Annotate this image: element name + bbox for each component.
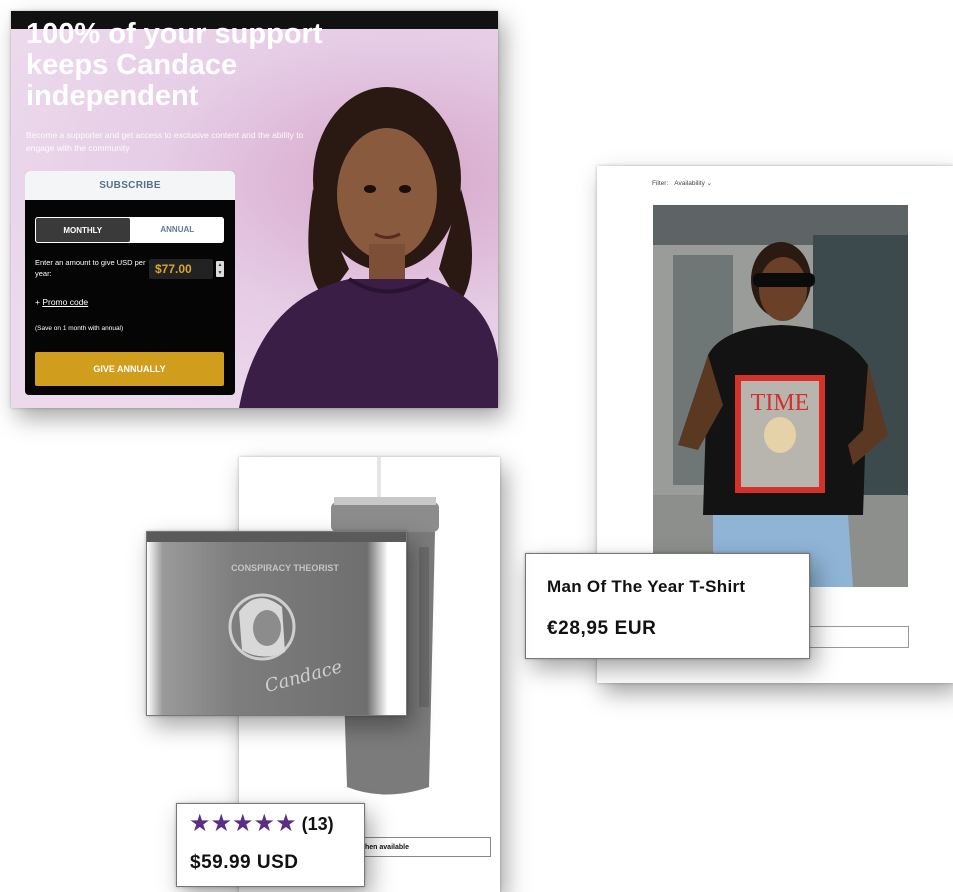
product-title[interactable]: Man Of The Year T-Shirt (547, 577, 745, 597)
star-icon: ★ (210, 810, 233, 837)
filter-availability-dropdown[interactable]: Availability (674, 180, 705, 187)
tumbler-info-card: ★ ★ ★ ★ ★ (13) $59.99 USD (176, 803, 365, 887)
product-price: €28,95 EUR (547, 618, 657, 639)
toggle-monthly-button[interactable]: MONTHLY (35, 217, 131, 243)
amount-label: Enter an amount to give USD per year: (35, 258, 146, 278)
amount-input[interactable]: $77.00 (149, 259, 213, 279)
plan-toggle: MONTHLY ANNUAL (35, 217, 224, 243)
engraving-illustration: CONSPIRACY THEORIST Candace (147, 532, 406, 715)
star-icon: ★ (253, 810, 276, 837)
filter-label: Filter: (652, 180, 669, 187)
review-count[interactable]: (13) (302, 814, 334, 835)
tumbler-engraving-zoom: CONSPIRACY THEORIST Candace (146, 531, 407, 716)
promo-code-link[interactable]: Promo code (42, 297, 88, 307)
give-annually-button[interactable]: GIVE ANNUALLY (35, 352, 224, 386)
tshirt-info-card: Man Of The Year T-Shirt €28,95 EUR (525, 553, 810, 659)
subscribe-header: SUBSCRIBE (25, 171, 235, 200)
subscribe-form: SUBSCRIBE MONTHLY ANNUAL Enter an amount… (25, 171, 235, 395)
page-subheading: Become a supporter and get access to exc… (26, 130, 304, 153)
page-headline: 100% of your support keeps Candace indep… (26, 18, 323, 112)
tumbler-price: $59.99 USD (190, 852, 299, 873)
rating-row[interactable]: ★ ★ ★ ★ ★ (13) (189, 812, 334, 836)
chevron-down-icon[interactable]: ⌄ (707, 180, 712, 187)
add-to-cart-button[interactable] (807, 626, 909, 648)
stepper-up-icon[interactable]: ▲ (216, 261, 224, 269)
engraving-text: CONSPIRACY THEORIST (231, 563, 339, 573)
subscribe-screenshot: 100% of your support keeps Candace indep… (11, 11, 498, 408)
promo-code-row: + Promo code (35, 297, 88, 307)
toggle-annual-button[interactable]: ANNUAL (130, 217, 224, 243)
filter-bar: Filter: Availability ⌄ (652, 179, 712, 187)
save-note: (Save on 1 month with annual) (35, 325, 124, 332)
star-icon: ★ (275, 810, 297, 837)
star-icon: ★ (232, 810, 254, 837)
stepper-down-icon[interactable]: ▼ (216, 269, 224, 277)
svg-text:TIME: TIME (751, 390, 810, 416)
product-photo-illustration: TIME (653, 205, 908, 587)
product-photo[interactable]: TIME (653, 205, 908, 587)
star-icon: ★ (189, 810, 211, 837)
amount-stepper[interactable]: ▲ ▼ (216, 261, 224, 277)
